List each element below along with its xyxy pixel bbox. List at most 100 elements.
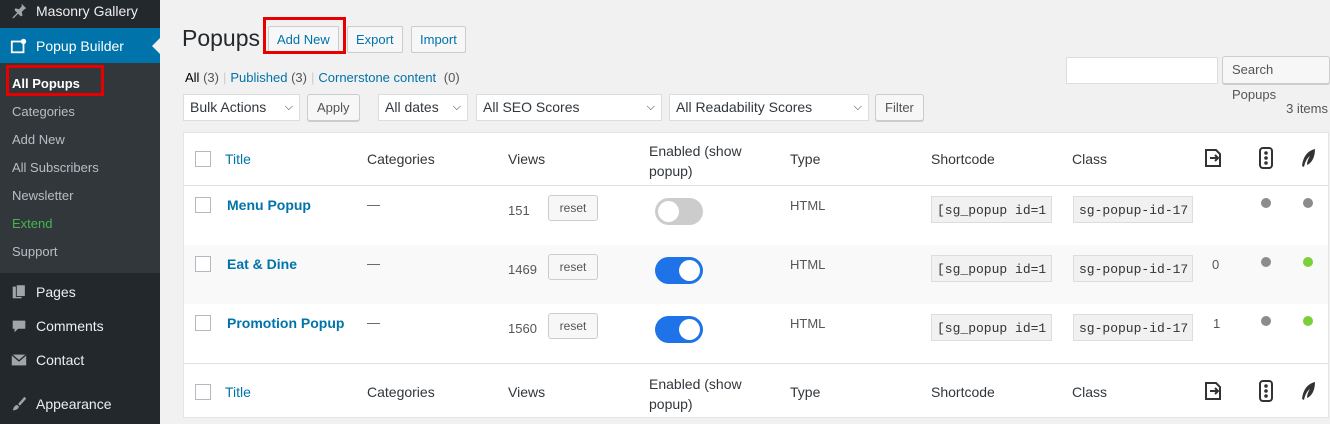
shortcode-field[interactable]: [sg_popup id=1 — [931, 314, 1052, 341]
row-checkbox[interactable] — [195, 197, 211, 213]
shortcode-field[interactable]: [sg_popup id=1 — [931, 196, 1052, 223]
row-categories: — — [367, 256, 380, 271]
column-enabled-line: Enabled (show — [649, 143, 742, 159]
filter-cornerstone-link[interactable]: Cornerstone content — [318, 70, 436, 85]
select-value: All SEO Scores — [483, 99, 580, 115]
column-enabled-footer: Enabled (show popup) — [649, 374, 742, 414]
class-field[interactable]: sg-popup-id-17 — [1073, 255, 1193, 282]
select-value: Bulk Actions — [190, 99, 267, 115]
column-title-footer[interactable]: Title — [225, 384, 251, 400]
row-title-link[interactable]: Eat & Dine — [227, 256, 297, 272]
select-all-checkbox[interactable] — [195, 151, 211, 167]
seo-score-dot — [1261, 198, 1271, 208]
readability-dot — [1303, 316, 1313, 326]
readability-scores-select[interactable]: All Readability Scores ⌵ — [669, 94, 869, 121]
chevron-down-icon: ⌵ — [284, 101, 293, 113]
enabled-toggle[interactable] — [655, 316, 703, 343]
chevron-down-icon: ⌵ — [646, 101, 655, 113]
column-class-footer: Class — [1072, 384, 1108, 400]
column-views: Views — [508, 151, 546, 167]
reset-views-button[interactable]: reset — [548, 313, 598, 339]
submenu-categories[interactable]: Categories — [0, 98, 160, 126]
count: (3) — [203, 70, 219, 85]
select-all-checkbox-footer[interactable] — [195, 384, 211, 400]
column-enabled-line: popup) — [649, 396, 693, 412]
highlight-add-new — [263, 17, 346, 54]
bulk-actions-select[interactable]: Bulk Actions ⌵ — [183, 94, 300, 121]
enabled-toggle[interactable] — [655, 198, 703, 225]
menu-masonry-gallery[interactable]: Masonry Gallery — [0, 0, 160, 28]
menu-appearance[interactable]: Appearance — [0, 387, 160, 421]
export-button[interactable]: Export — [347, 26, 403, 53]
seo-score-icon[interactable] — [1258, 380, 1274, 405]
submenu-extend[interactable]: Extend — [0, 210, 160, 238]
seo-score-icon[interactable] — [1258, 147, 1274, 172]
seo-score-dot — [1261, 316, 1271, 326]
submenu-support[interactable]: Support — [0, 238, 160, 266]
row-checkbox[interactable] — [195, 315, 211, 331]
divider — [184, 363, 1328, 364]
comment-icon — [9, 316, 29, 336]
outgoing-links-icon[interactable] — [1202, 147, 1224, 172]
highlight-all-popups — [6, 65, 104, 96]
menu-label: Appearance — [36, 396, 112, 412]
column-shortcode: Shortcode — [931, 151, 995, 167]
select-value: All dates — [385, 99, 439, 115]
menu-label: Popup Builder — [36, 37, 124, 54]
column-type: Type — [790, 151, 821, 167]
outgoing-links-count: 0 — [1212, 257, 1220, 272]
row-type: HTML — [790, 257, 826, 272]
main-content: Popups Add New Export Import All (3) | Pub… — [160, 0, 1330, 424]
menu-contact[interactable]: Contact — [0, 343, 160, 377]
import-button[interactable]: Import — [411, 26, 466, 53]
count: (3) — [291, 70, 307, 85]
search-button[interactable]: Search Popups — [1222, 56, 1330, 102]
column-categories: Categories — [367, 151, 435, 167]
seo-scores-select[interactable]: All SEO Scores ⌵ — [476, 94, 662, 121]
popups-table: Title Categories Views Enabled (show pop… — [183, 132, 1329, 418]
row-views: 1560 — [508, 321, 537, 336]
reset-views-button[interactable]: reset — [548, 254, 598, 280]
admin-sidebar: Masonry Gallery Popup Builder All Popups… — [0, 0, 160, 424]
class-field[interactable]: sg-popup-id-17 — [1073, 314, 1193, 341]
column-title[interactable]: Title — [225, 151, 251, 167]
column-enabled: Enabled (show popup) — [649, 141, 742, 181]
row-title-link[interactable]: Menu Popup — [227, 197, 311, 213]
menu-label: Comments — [36, 318, 104, 334]
row-categories: — — [367, 197, 380, 212]
items-count: 3 items — [1286, 101, 1328, 116]
count: (0) — [443, 70, 460, 85]
search-input[interactable] — [1066, 57, 1218, 84]
dates-select[interactable]: All dates ⌵ — [378, 94, 468, 121]
column-type-footer: Type — [790, 384, 821, 400]
submenu-newsletter[interactable]: Newsletter — [0, 182, 160, 210]
toggle-knob — [679, 260, 700, 281]
filter-all-link[interactable]: All — [185, 70, 199, 85]
menu-popup-builder[interactable]: Popup Builder — [0, 28, 160, 63]
submenu-add-new[interactable]: Add New — [0, 126, 160, 154]
class-field[interactable]: sg-popup-id-17 — [1073, 196, 1193, 223]
filter-button[interactable]: Filter — [875, 94, 924, 121]
column-enabled-line: Enabled (show — [649, 376, 742, 392]
menu-pages[interactable]: Pages — [0, 275, 160, 309]
seo-score-dot — [1261, 257, 1271, 267]
enabled-toggle[interactable] — [655, 257, 703, 284]
submenu-all-subscribers[interactable]: All Subscribers — [0, 154, 160, 182]
pin-icon — [9, 1, 29, 21]
column-categories-footer: Categories — [367, 384, 435, 400]
readability-icon[interactable] — [1299, 380, 1317, 405]
reset-views-button[interactable]: reset — [548, 195, 598, 221]
row-title-link[interactable]: Promotion Popup — [227, 315, 344, 331]
outgoing-links-icon[interactable] — [1202, 380, 1224, 405]
row-checkbox[interactable] — [195, 256, 211, 272]
column-class: Class — [1072, 151, 1108, 167]
filter-published-link[interactable]: Published — [230, 70, 287, 85]
readability-dot — [1303, 198, 1313, 208]
shortcode-field[interactable]: [sg_popup id=1 — [931, 255, 1052, 282]
menu-comments[interactable]: Comments — [0, 309, 160, 343]
readability-icon[interactable] — [1299, 147, 1317, 172]
apply-button[interactable]: Apply — [307, 94, 360, 121]
outgoing-links-count: 1 — [1213, 316, 1221, 331]
row-type: HTML — [790, 316, 826, 331]
row-categories: — — [367, 315, 380, 330]
